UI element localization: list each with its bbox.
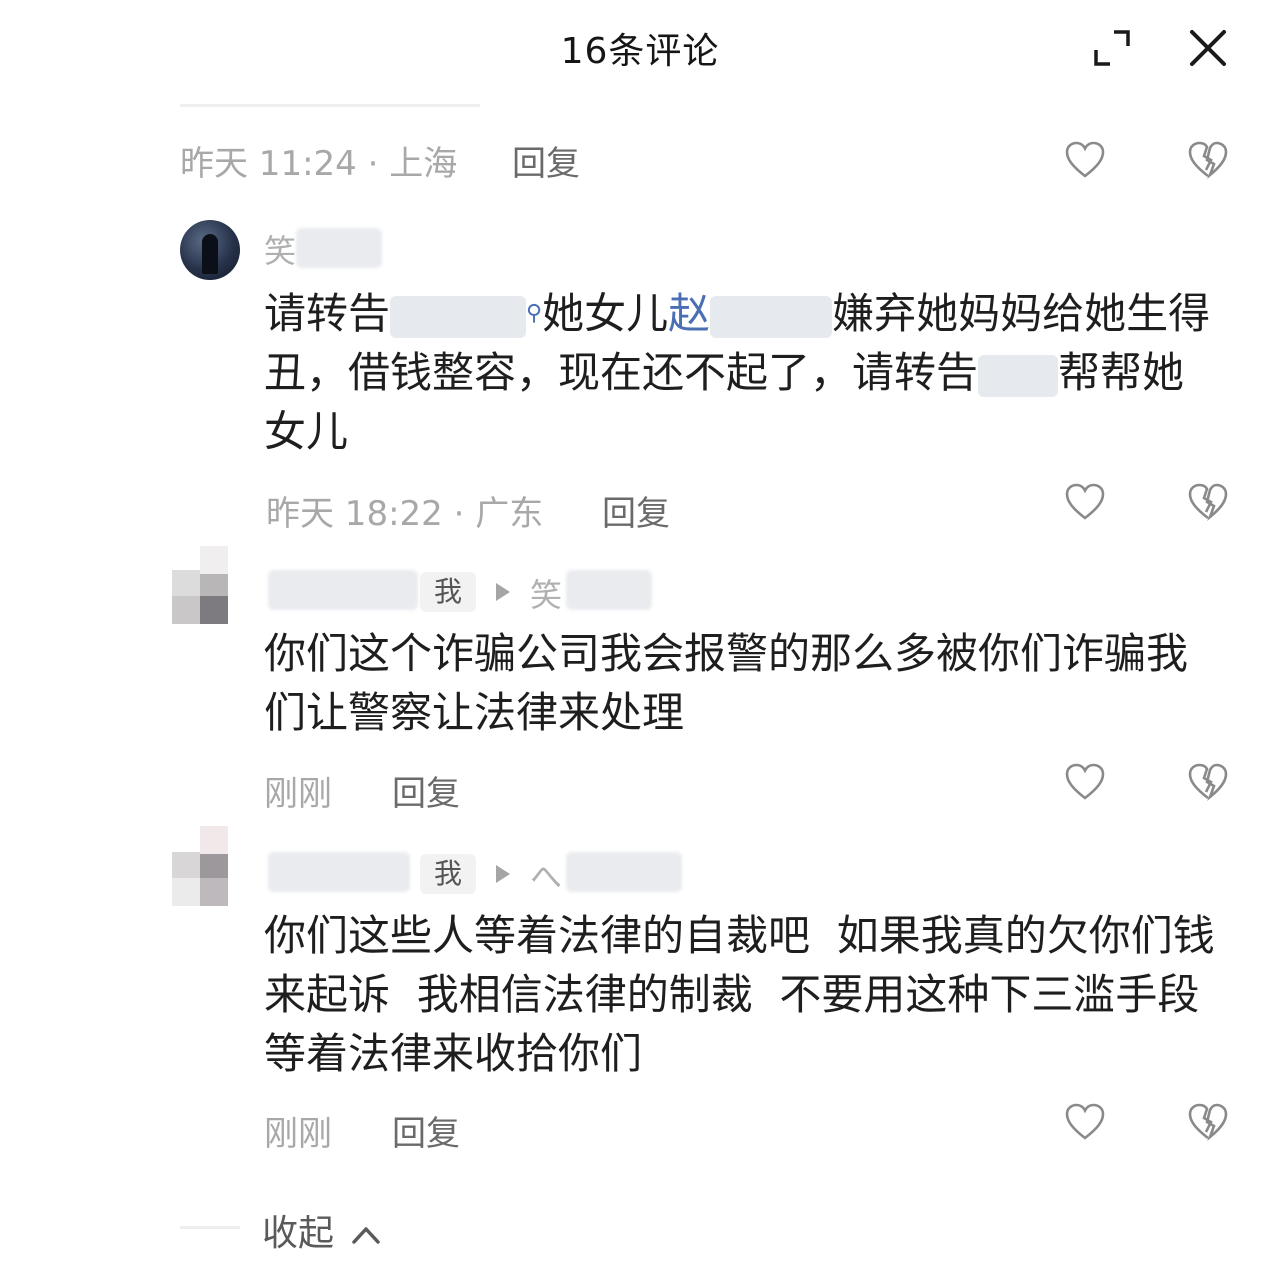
close-icon[interactable] bbox=[1186, 26, 1230, 70]
redacted-username bbox=[566, 852, 682, 892]
collapse-button[interactable]: 收起 bbox=[262, 1204, 381, 1256]
avatar[interactable] bbox=[172, 546, 244, 626]
search-icon: ⚲ bbox=[526, 301, 543, 326]
comment-meta: 刚刚 bbox=[264, 774, 332, 814]
redacted-username bbox=[296, 228, 382, 268]
heart-icon[interactable] bbox=[1064, 1102, 1106, 1142]
redacted-username bbox=[566, 570, 652, 610]
avatar[interactable] bbox=[172, 826, 244, 906]
heart-icon[interactable] bbox=[1064, 140, 1106, 180]
me-badge: 我 bbox=[420, 572, 476, 612]
comment-meta: 刚刚 bbox=[264, 1114, 332, 1154]
heart-icon[interactable] bbox=[1064, 482, 1106, 522]
broken-heart-icon[interactable] bbox=[1187, 762, 1229, 802]
reply-to-username[interactable]: 笑 bbox=[530, 570, 562, 616]
comment-meta: 昨天 11:24 · 上海 bbox=[180, 144, 458, 184]
reply-button[interactable]: 回复 bbox=[392, 766, 460, 815]
avatar[interactable] bbox=[180, 220, 240, 280]
broken-heart-icon[interactable] bbox=[1187, 482, 1229, 522]
collapse-label: 收起 bbox=[262, 1213, 335, 1254]
redacted-name bbox=[978, 354, 1059, 397]
reply-button[interactable]: 回复 bbox=[512, 136, 580, 185]
redacted-username bbox=[268, 570, 418, 610]
chevron-up-icon bbox=[352, 1227, 381, 1244]
comments-title: 16条评论 bbox=[560, 31, 720, 72]
me-badge: 我 bbox=[420, 854, 476, 894]
broken-heart-icon[interactable] bbox=[1187, 140, 1229, 180]
comment-text: 你们这些人等着法律的自裁吧 如果我真的欠你们钱来起诉 我相信法律的制裁 不要用这… bbox=[264, 911, 1227, 1078]
comment-text: 请转告 ⚲她女儿赵 嫌弃她妈妈给她生得丑，借钱整容，现在还不起了，请转告 帮帮她女儿 bbox=[264, 289, 1211, 456]
redacted-username bbox=[268, 852, 410, 892]
comment-text: 你们这个诈骗公司我会报警的那么多被你们诈骗我们让警察让法律来处理 bbox=[264, 629, 1189, 737]
username[interactable]: 笑 bbox=[264, 226, 296, 272]
redacted-mention bbox=[710, 295, 833, 338]
reply-arrow-icon bbox=[496, 865, 510, 883]
reply-to-username[interactable]: へ bbox=[530, 852, 562, 898]
redacted-mention bbox=[390, 295, 527, 338]
reply-button[interactable]: 回复 bbox=[392, 1106, 460, 1155]
divider bbox=[180, 1226, 240, 1229]
divider bbox=[180, 104, 480, 107]
expand-icon[interactable] bbox=[1092, 28, 1132, 68]
comment-meta: 昨天 18:22 · 广东 bbox=[266, 494, 544, 534]
reply-arrow-icon bbox=[496, 583, 510, 601]
mention-link[interactable]: 赵 bbox=[668, 289, 710, 338]
broken-heart-icon[interactable] bbox=[1187, 1102, 1229, 1142]
heart-icon[interactable] bbox=[1064, 762, 1106, 802]
reply-button[interactable]: 回复 bbox=[602, 486, 670, 535]
